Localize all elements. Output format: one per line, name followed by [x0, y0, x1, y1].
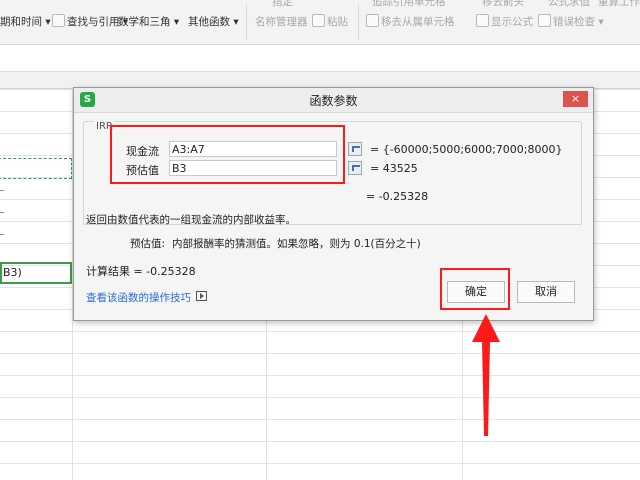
highlight-args-box — [110, 125, 345, 184]
close-button[interactable]: × — [563, 91, 588, 107]
ribbon-remove-dependents[interactable]: 移去从属单元格 — [366, 14, 455, 30]
arg-description-label: 预估值: — [130, 238, 166, 250]
arg-description-text: 内部报酬率的猜测值。如果忽略，则为 0.1(百分之十) — [172, 238, 421, 250]
ribbon-name-manager[interactable]: 名称管理器 — [255, 14, 308, 30]
ribbon-error-check[interactable]: 错误检查 ▾ — [538, 14, 604, 30]
ribbon-item-assign[interactable]: 指定 — [272, 0, 293, 10]
help-link[interactable]: 查看该函数的操作技巧 — [86, 290, 191, 305]
function-description: 返回由数值代表的一组现金流的内部收益率。 — [86, 214, 296, 226]
function-arguments-dialog: S 函数参数 × IRR 现金流 = {-60000;5000;6000;700… — [73, 87, 594, 321]
cancel-button[interactable]: 取消 — [517, 281, 575, 303]
remove-arrows-icon — [366, 14, 379, 27]
dialog-title-bar[interactable]: S 函数参数 × — [74, 88, 593, 113]
ribbon-separator — [358, 4, 359, 40]
collapse-range-icon[interactable] — [348, 142, 362, 156]
ribbon-paste[interactable]: 粘贴 — [312, 14, 348, 30]
play-video-icon[interactable] — [196, 291, 207, 301]
copy-marquee — [0, 158, 72, 179]
inline-result: = -0.25328 — [366, 190, 429, 203]
cashflow-value: = {-60000;5000;6000;7000;8000} — [370, 143, 563, 156]
ribbon-math-trig[interactable]: 数学和三角 ▾ — [118, 14, 179, 30]
guess-value: = 43525 — [370, 162, 418, 175]
error-check-icon — [538, 14, 551, 27]
paste-icon — [312, 14, 325, 27]
ribbon-item-trace-precedents[interactable]: 追踪引用单元格 — [372, 0, 446, 10]
dialog-title: 函数参数 — [309, 94, 358, 108]
ribbon: 指定 追踪引用单元格 移去箭头 公式求值 重算工作 期和时间 ▾ 查找与引用 ▾… — [0, 0, 640, 45]
selected-cell-text: B3) — [3, 266, 22, 279]
lookup-icon — [52, 14, 65, 27]
ribbon-item-remove-arrows[interactable]: 移去箭头 — [482, 0, 524, 10]
cell-tick — [0, 190, 4, 191]
calculation-result: 计算结果 = -0.25328 — [86, 265, 196, 278]
ribbon-separator — [246, 4, 247, 40]
ribbon-other-functions[interactable]: 其他函数 ▾ — [188, 14, 239, 30]
highlight-ok-box — [440, 268, 510, 310]
ribbon-show-formula[interactable]: 显示公式 — [476, 14, 533, 30]
ribbon-item-evaluate[interactable]: 公式求值 — [548, 0, 590, 10]
cell-tick — [0, 212, 4, 213]
ribbon-item-recalc[interactable]: 重算工作 — [598, 0, 640, 10]
show-formula-icon — [476, 14, 489, 27]
red-arrow-icon — [472, 314, 500, 436]
formula-bar[interactable] — [0, 45, 640, 72]
ribbon-lookup-reference[interactable]: 查找与引用 ▾ — [52, 14, 128, 30]
collapse-range-icon[interactable] — [348, 161, 362, 175]
cell-tick — [0, 234, 4, 235]
ribbon-date-time[interactable]: 期和时间 ▾ — [0, 14, 51, 30]
